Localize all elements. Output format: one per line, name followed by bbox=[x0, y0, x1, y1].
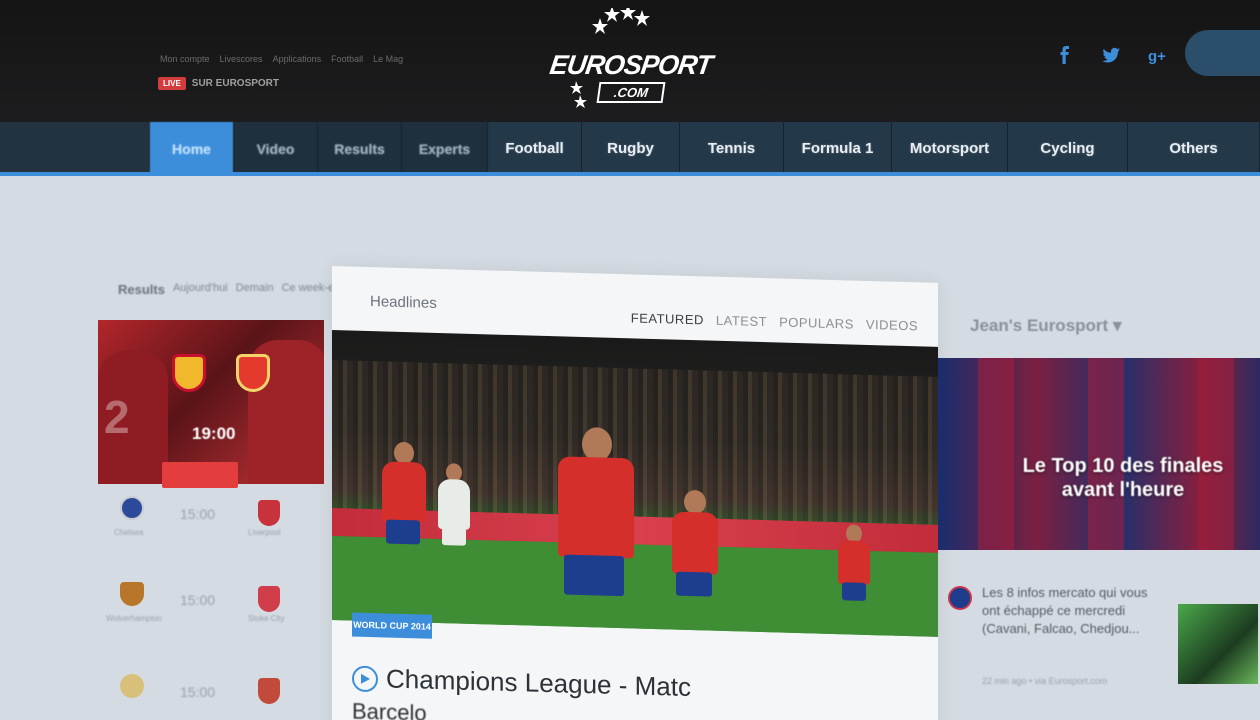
nav-item-home[interactable]: Home bbox=[150, 122, 234, 175]
google-plus-icon[interactable]: g+ bbox=[1144, 42, 1170, 68]
headlines-panel: Headlines FEATURED LATEST POPULARS VIDEO… bbox=[332, 266, 938, 720]
tab-populars[interactable]: POPULARS bbox=[779, 314, 854, 331]
shirt-number: 2 bbox=[104, 391, 130, 443]
fixture-time: 15:00 bbox=[180, 592, 216, 608]
news-thumbnail bbox=[1178, 604, 1258, 684]
category-badge[interactable]: WORLD CUP 2014 bbox=[352, 612, 432, 639]
login-button[interactable] bbox=[1185, 30, 1260, 76]
live-badge: LIVE bbox=[158, 77, 186, 90]
personal-feed-title[interactable]: Jean's Eurosport ▾ bbox=[970, 316, 1121, 336]
nav-accent-line bbox=[0, 172, 1260, 176]
team-crest-icon bbox=[120, 674, 144, 698]
nav-item-others[interactable]: Others bbox=[1128, 122, 1260, 175]
results-column: Results Aujourd'hui Demain Ce week-end 2… bbox=[96, 270, 346, 720]
fixture-row[interactable]: 15:00 Wolverhampton Stoke City bbox=[106, 582, 296, 638]
nav-item-rugby[interactable]: Rugby bbox=[582, 122, 680, 175]
tab-latest[interactable]: LATEST bbox=[716, 313, 767, 329]
nav-item-cycling[interactable]: Cycling bbox=[1008, 122, 1128, 175]
live-link[interactable]: LIVE SUR EUROSPORT bbox=[158, 77, 279, 90]
match-time: 19:00 bbox=[192, 424, 236, 443]
headlines-title: Headlines bbox=[370, 293, 437, 312]
fixture-time: 15:00 bbox=[180, 684, 216, 700]
nav-item-results[interactable]: Results bbox=[318, 122, 402, 175]
article-subtitle: Barcelo bbox=[352, 698, 427, 720]
results-tab[interactable]: Demain bbox=[236, 282, 274, 297]
results-title: Results bbox=[118, 282, 165, 297]
featured-match-card[interactable]: 2 19:00 bbox=[98, 320, 324, 484]
home-crest-icon bbox=[172, 354, 206, 392]
logo-wordmark: EUROSPORT bbox=[547, 50, 714, 80]
top-link[interactable]: Applications bbox=[273, 54, 322, 64]
home-team-name: Chelsea bbox=[114, 528, 144, 537]
nav-item-formula-1[interactable]: Formula 1 bbox=[784, 122, 892, 175]
play-icon[interactable] bbox=[352, 665, 378, 692]
main-nav: Home Video Results Experts Football Rugb… bbox=[0, 122, 1260, 175]
top-link[interactable]: Football bbox=[331, 54, 363, 64]
featured-video-card[interactable]: Le Top 10 des finales avant l'heure bbox=[938, 358, 1260, 550]
headline-tabs: FEATURED LATEST POPULARS VIDEOS bbox=[631, 310, 918, 333]
hero-image[interactable] bbox=[332, 330, 938, 637]
watch-live-button[interactable] bbox=[162, 462, 238, 488]
away-crest-icon bbox=[236, 354, 270, 392]
eurosport-logo[interactable]: EUROSPORT .COM bbox=[548, 8, 714, 112]
nav-item-video[interactable]: Video bbox=[234, 122, 318, 175]
nav-spacer bbox=[0, 122, 150, 175]
top-links: Mon compte Livescores Applications Footb… bbox=[160, 54, 403, 64]
top-link[interactable]: Le Mag bbox=[373, 54, 403, 64]
stoke-crest-icon bbox=[258, 586, 280, 612]
logo-com: .COM bbox=[596, 82, 666, 103]
results-header: Results Aujourd'hui Demain Ce week-end bbox=[118, 282, 346, 297]
live-text: SUR EUROSPORT bbox=[191, 78, 280, 89]
home-team-name: Wolverhampton bbox=[106, 614, 162, 623]
fixture-row[interactable]: 15:00 Chelsea Liverpool bbox=[106, 496, 296, 552]
article-title-text: Champions League - Matc bbox=[386, 663, 691, 703]
news-text: Les 8 infos mercato qui vous ont échappé… bbox=[982, 585, 1148, 636]
nav-item-football[interactable]: Football bbox=[488, 122, 582, 175]
psg-crest-icon bbox=[948, 586, 972, 610]
nav-item-motorsport[interactable]: Motorsport bbox=[892, 122, 1008, 175]
team-crest-icon bbox=[258, 678, 280, 704]
tab-featured[interactable]: FEATURED bbox=[631, 310, 704, 327]
fixture-time: 15:00 bbox=[180, 506, 216, 522]
liverpool-crest-icon bbox=[258, 500, 280, 526]
fixture-row[interactable]: 15:00 bbox=[106, 674, 296, 720]
news-meta: 22 min ago • via Eurosport.com bbox=[982, 676, 1108, 686]
personal-column: Jean's Eurosport ▾ Le Top 10 des finales… bbox=[934, 300, 1260, 720]
nav-item-experts[interactable]: Experts bbox=[402, 122, 488, 175]
nav-item-tennis[interactable]: Tennis bbox=[680, 122, 784, 175]
stars-icon bbox=[570, 81, 587, 108]
away-team-name: Stoke City bbox=[248, 614, 285, 623]
chevron-down-icon: ▾ bbox=[1112, 316, 1122, 335]
wolves-crest-icon bbox=[120, 582, 144, 606]
card-caption: Le Top 10 des finales avant l'heure bbox=[1022, 455, 1224, 501]
facebook-icon[interactable] bbox=[1052, 42, 1078, 68]
tab-videos[interactable]: VIDEOS bbox=[866, 317, 918, 333]
results-tab[interactable]: Aujourd'hui bbox=[173, 282, 228, 297]
article-title[interactable]: Champions League - Matc bbox=[352, 663, 691, 703]
top-link[interactable]: Mon compte bbox=[160, 54, 210, 64]
chelsea-crest-icon bbox=[120, 496, 144, 520]
news-item[interactable]: Les 8 infos mercato qui vous ont échappé… bbox=[944, 584, 1258, 686]
top-link[interactable]: Livescores bbox=[220, 54, 263, 64]
site-header: Mon compte Livescores Applications Footb… bbox=[0, 0, 1260, 124]
stars-icon bbox=[592, 8, 650, 34]
svg-text:g+: g+ bbox=[1148, 48, 1166, 65]
away-team-name: Liverpool bbox=[248, 528, 281, 537]
twitter-icon[interactable] bbox=[1098, 42, 1124, 68]
